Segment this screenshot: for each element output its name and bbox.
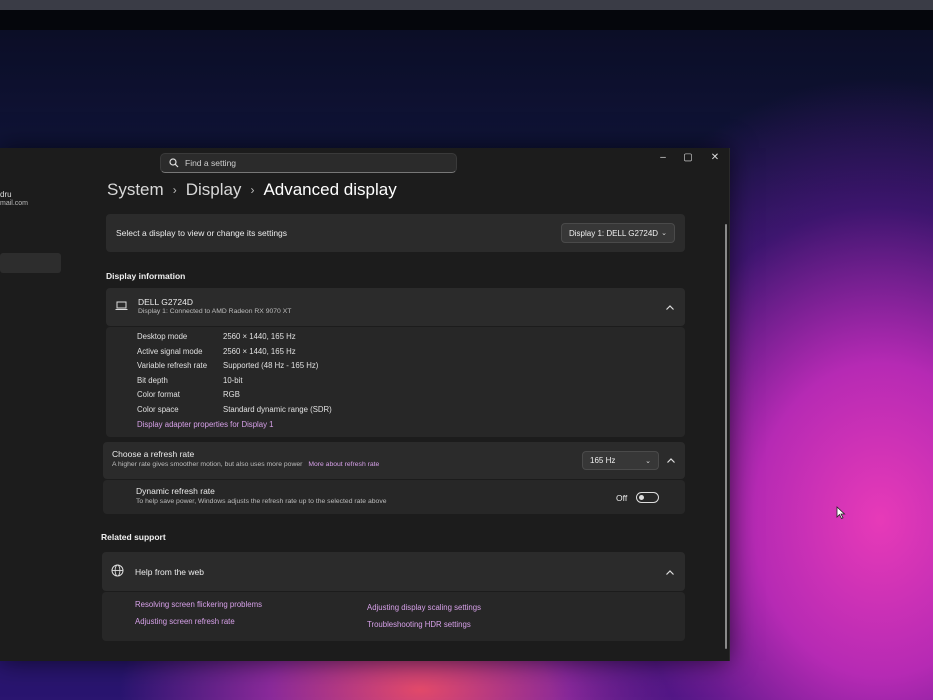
refresh-rate-dropdown[interactable]: 165 Hz ⌄ xyxy=(582,451,659,470)
monitor-dark-strip xyxy=(0,10,933,30)
chevron-up-icon[interactable] xyxy=(666,456,676,466)
help-link-scaling[interactable]: Adjusting display scaling settings xyxy=(367,603,481,612)
close-button[interactable]: ✕ xyxy=(708,152,722,163)
info-value-bit-depth: 10-bit xyxy=(223,376,243,385)
breadcrumb: System › Display › Advanced display xyxy=(107,180,397,200)
toggle-knob xyxy=(639,495,644,500)
select-display-card: Select a display to view or change its s… xyxy=(106,214,685,252)
help-link-refresh-rate[interactable]: Adjusting screen refresh rate xyxy=(135,617,235,626)
info-value-active-signal: 2560 × 1440, 165 Hz xyxy=(223,347,296,356)
monitor-connection: Display 1: Connected to AMD Radeon RX 90… xyxy=(138,308,292,315)
help-from-web-header[interactable]: Help from the web xyxy=(102,552,685,591)
search-placeholder: Find a setting xyxy=(185,158,237,168)
dynamic-refresh-description: To help save power, Windows adjusts the … xyxy=(136,498,387,505)
related-support-heading: Related support xyxy=(101,532,166,542)
breadcrumb-system[interactable]: System xyxy=(107,180,164,200)
chevron-up-icon[interactable] xyxy=(665,303,675,313)
sidebar-selected-item[interactable] xyxy=(0,253,61,273)
info-value-desktop-mode: 2560 × 1440, 165 Hz xyxy=(223,332,296,341)
info-label-desktop-mode: Desktop mode xyxy=(137,332,188,341)
page-title: Advanced display xyxy=(263,180,397,199)
chevron-right-icon: › xyxy=(250,183,255,197)
help-link-flickering[interactable]: Resolving screen flickering problems xyxy=(135,600,262,609)
info-label-color-format: Color format xyxy=(137,390,180,399)
help-from-web-title: Help from the web xyxy=(135,567,204,577)
chevron-down-icon: ⌄ xyxy=(661,230,667,237)
info-label-vrr: Variable refresh rate xyxy=(137,361,208,370)
laptop-icon xyxy=(115,301,128,310)
chevron-right-icon: › xyxy=(172,183,177,197)
display-information-heading: Display information xyxy=(106,271,186,281)
chevron-down-icon: ⌄ xyxy=(645,457,651,465)
help-links-panel: Resolving screen flickering problems Adj… xyxy=(102,592,685,641)
more-about-refresh-link[interactable]: More about refresh rate xyxy=(308,461,379,468)
refresh-rate-value: 165 Hz xyxy=(590,456,616,465)
help-link-hdr[interactable]: Troubleshooting HDR settings xyxy=(367,620,471,629)
search-icon xyxy=(169,158,179,168)
adapter-properties-link[interactable]: Display adapter properties for Display 1 xyxy=(137,420,274,429)
maximize-button[interactable]: ▢ xyxy=(681,152,695,163)
dynamic-refresh-card: Dynamic refresh rate To help save power,… xyxy=(103,480,685,514)
refresh-rate-description-text: A higher rate gives smoother motion, but… xyxy=(112,461,303,468)
minimize-button[interactable]: – xyxy=(656,152,670,163)
display-dropdown-value: Display 1: DELL G2724D xyxy=(569,228,659,238)
select-display-label: Select a display to view or change its s… xyxy=(116,228,288,238)
monitor-top-bezel xyxy=(0,0,933,10)
mouse-cursor-icon xyxy=(836,506,846,520)
scrollbar[interactable] xyxy=(725,224,727,649)
dynamic-refresh-toggle[interactable] xyxy=(636,492,659,503)
globe-icon xyxy=(111,564,124,577)
account-name: dru xyxy=(0,190,12,199)
chevron-up-icon[interactable] xyxy=(665,568,675,578)
info-value-vrr: Supported (48 Hz - 165 Hz) xyxy=(223,361,319,370)
display-dropdown[interactable]: Display 1: DELL G2724D ⌄ xyxy=(561,223,675,243)
info-label-color-space: Color space xyxy=(137,405,179,414)
refresh-rate-description: A higher rate gives smoother motion, but… xyxy=(112,461,379,468)
info-value-color-space: Standard dynamic range (SDR) xyxy=(223,405,332,414)
monitor-name: DELL G2724D xyxy=(138,297,193,307)
info-label-active-signal: Active signal mode xyxy=(137,347,203,356)
breadcrumb-display[interactable]: Display xyxy=(186,180,242,200)
info-value-color-format: RGB xyxy=(223,390,240,399)
account-email: mail.com xyxy=(0,200,29,207)
search-box[interactable]: Find a setting xyxy=(160,153,457,173)
refresh-rate-title: Choose a refresh rate xyxy=(112,449,195,459)
dynamic-refresh-state: Off xyxy=(616,493,628,503)
info-label-bit-depth: Bit depth xyxy=(137,376,168,385)
settings-window: Find a setting – ▢ ✕ dru mail.com System… xyxy=(0,148,730,661)
refresh-rate-card: Choose a refresh rate A higher rate give… xyxy=(103,442,685,479)
dynamic-refresh-title: Dynamic refresh rate xyxy=(136,486,215,496)
display-info-header[interactable]: DELL G2724D Display 1: Connected to AMD … xyxy=(106,288,685,326)
